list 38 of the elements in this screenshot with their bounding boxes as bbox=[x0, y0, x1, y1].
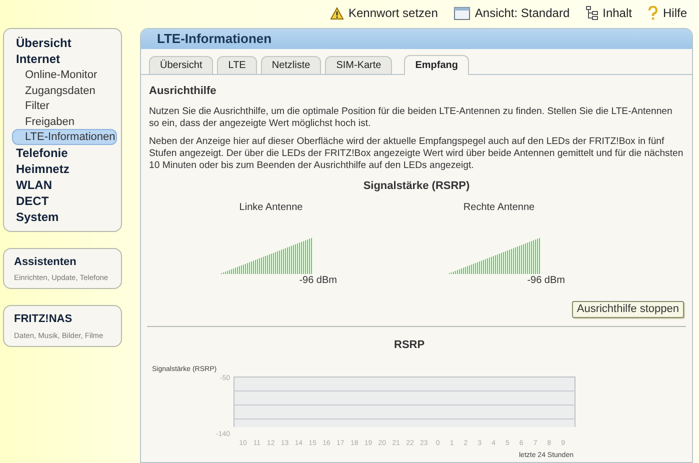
tree-icon bbox=[586, 6, 598, 20]
window-icon bbox=[454, 6, 470, 20]
stop-alignment-button[interactable]: Ausrichthilfe stoppen bbox=[572, 301, 684, 318]
signal-reading: -96 dBm bbox=[299, 274, 337, 287]
link-view-mode[interactable]: Ansicht: Standard bbox=[454, 4, 570, 22]
menu-item[interactable]: DECT bbox=[8, 192, 117, 208]
menu-item[interactable]: Übersicht bbox=[8, 35, 117, 51]
signal-strength-title: Signalstärke (RSRP) bbox=[362, 180, 471, 193]
antenna-label: Linke Antenne bbox=[238, 201, 304, 214]
help-icon bbox=[648, 6, 658, 20]
link-set-password[interactable]: Kennwort setzen bbox=[330, 4, 438, 22]
menu-item[interactable]: System bbox=[8, 208, 117, 224]
card-title: Assistenten bbox=[14, 254, 78, 270]
description-text: Neben der Anzeige hier auf dieser Oberfläche wird der aktuelle Empfangspegel auch auf den LEDs der FRITZ!Box in fünf Stufen angezeigt. Der über die LEDs der FRITZ!Box angezeigte Wert wird über beide Antennen gemittelt und für die nächsten 10 Minuten oder bis zum Beenden der Ausrichthilfe auf den LEDs angezeigt. bbox=[149, 136, 684, 172]
section-heading: Ausrichthilfe bbox=[149, 85, 218, 98]
description-text: Nutzen Sie die Ausrichthilfe, um die optimale Position für die beiden LTE-Antennen zu finden. Stellen Sie die LTE-Antennen so ein, dass der angezeigte Wert möglichst hoch ist. bbox=[149, 106, 674, 130]
menu-item[interactable]: Internet bbox=[8, 51, 117, 67]
menu-item[interactable]: WLAN bbox=[8, 176, 117, 192]
tab[interactable]: Netzliste bbox=[260, 56, 322, 74]
tab[interactable]: Übersicht bbox=[149, 56, 214, 74]
link-help[interactable]: Hilfe bbox=[648, 4, 687, 22]
antenna-label: Rechte Antenne bbox=[462, 201, 536, 214]
submenu-item[interactable]: Filter bbox=[12, 98, 117, 114]
signal-reading: -96 dBm bbox=[527, 274, 565, 287]
menu-item[interactable]: Heimnetz bbox=[8, 160, 117, 176]
submenu-item[interactable]: Online-Monitor bbox=[12, 67, 117, 82]
submenu-item[interactable]: Freigaben bbox=[12, 114, 117, 129]
panel-title: LTE-Informationen bbox=[141, 29, 692, 49]
submenu-item[interactable]: Zugangsdaten bbox=[12, 82, 117, 98]
chart-title: RSRP bbox=[394, 339, 425, 352]
submenu-item[interactable]: LTE-Informationen bbox=[12, 129, 117, 144]
menu-item[interactable]: Telefonie bbox=[8, 144, 117, 160]
warning-icon bbox=[330, 6, 344, 20]
tab[interactable]: LTE bbox=[217, 56, 257, 74]
tab[interactable]: SIM-Karte bbox=[325, 56, 392, 74]
tab[interactable]: Empfang bbox=[404, 55, 470, 75]
card-title: FRITZ!NAS bbox=[14, 312, 74, 328]
link-contents[interactable]: Inhalt bbox=[586, 4, 632, 22]
